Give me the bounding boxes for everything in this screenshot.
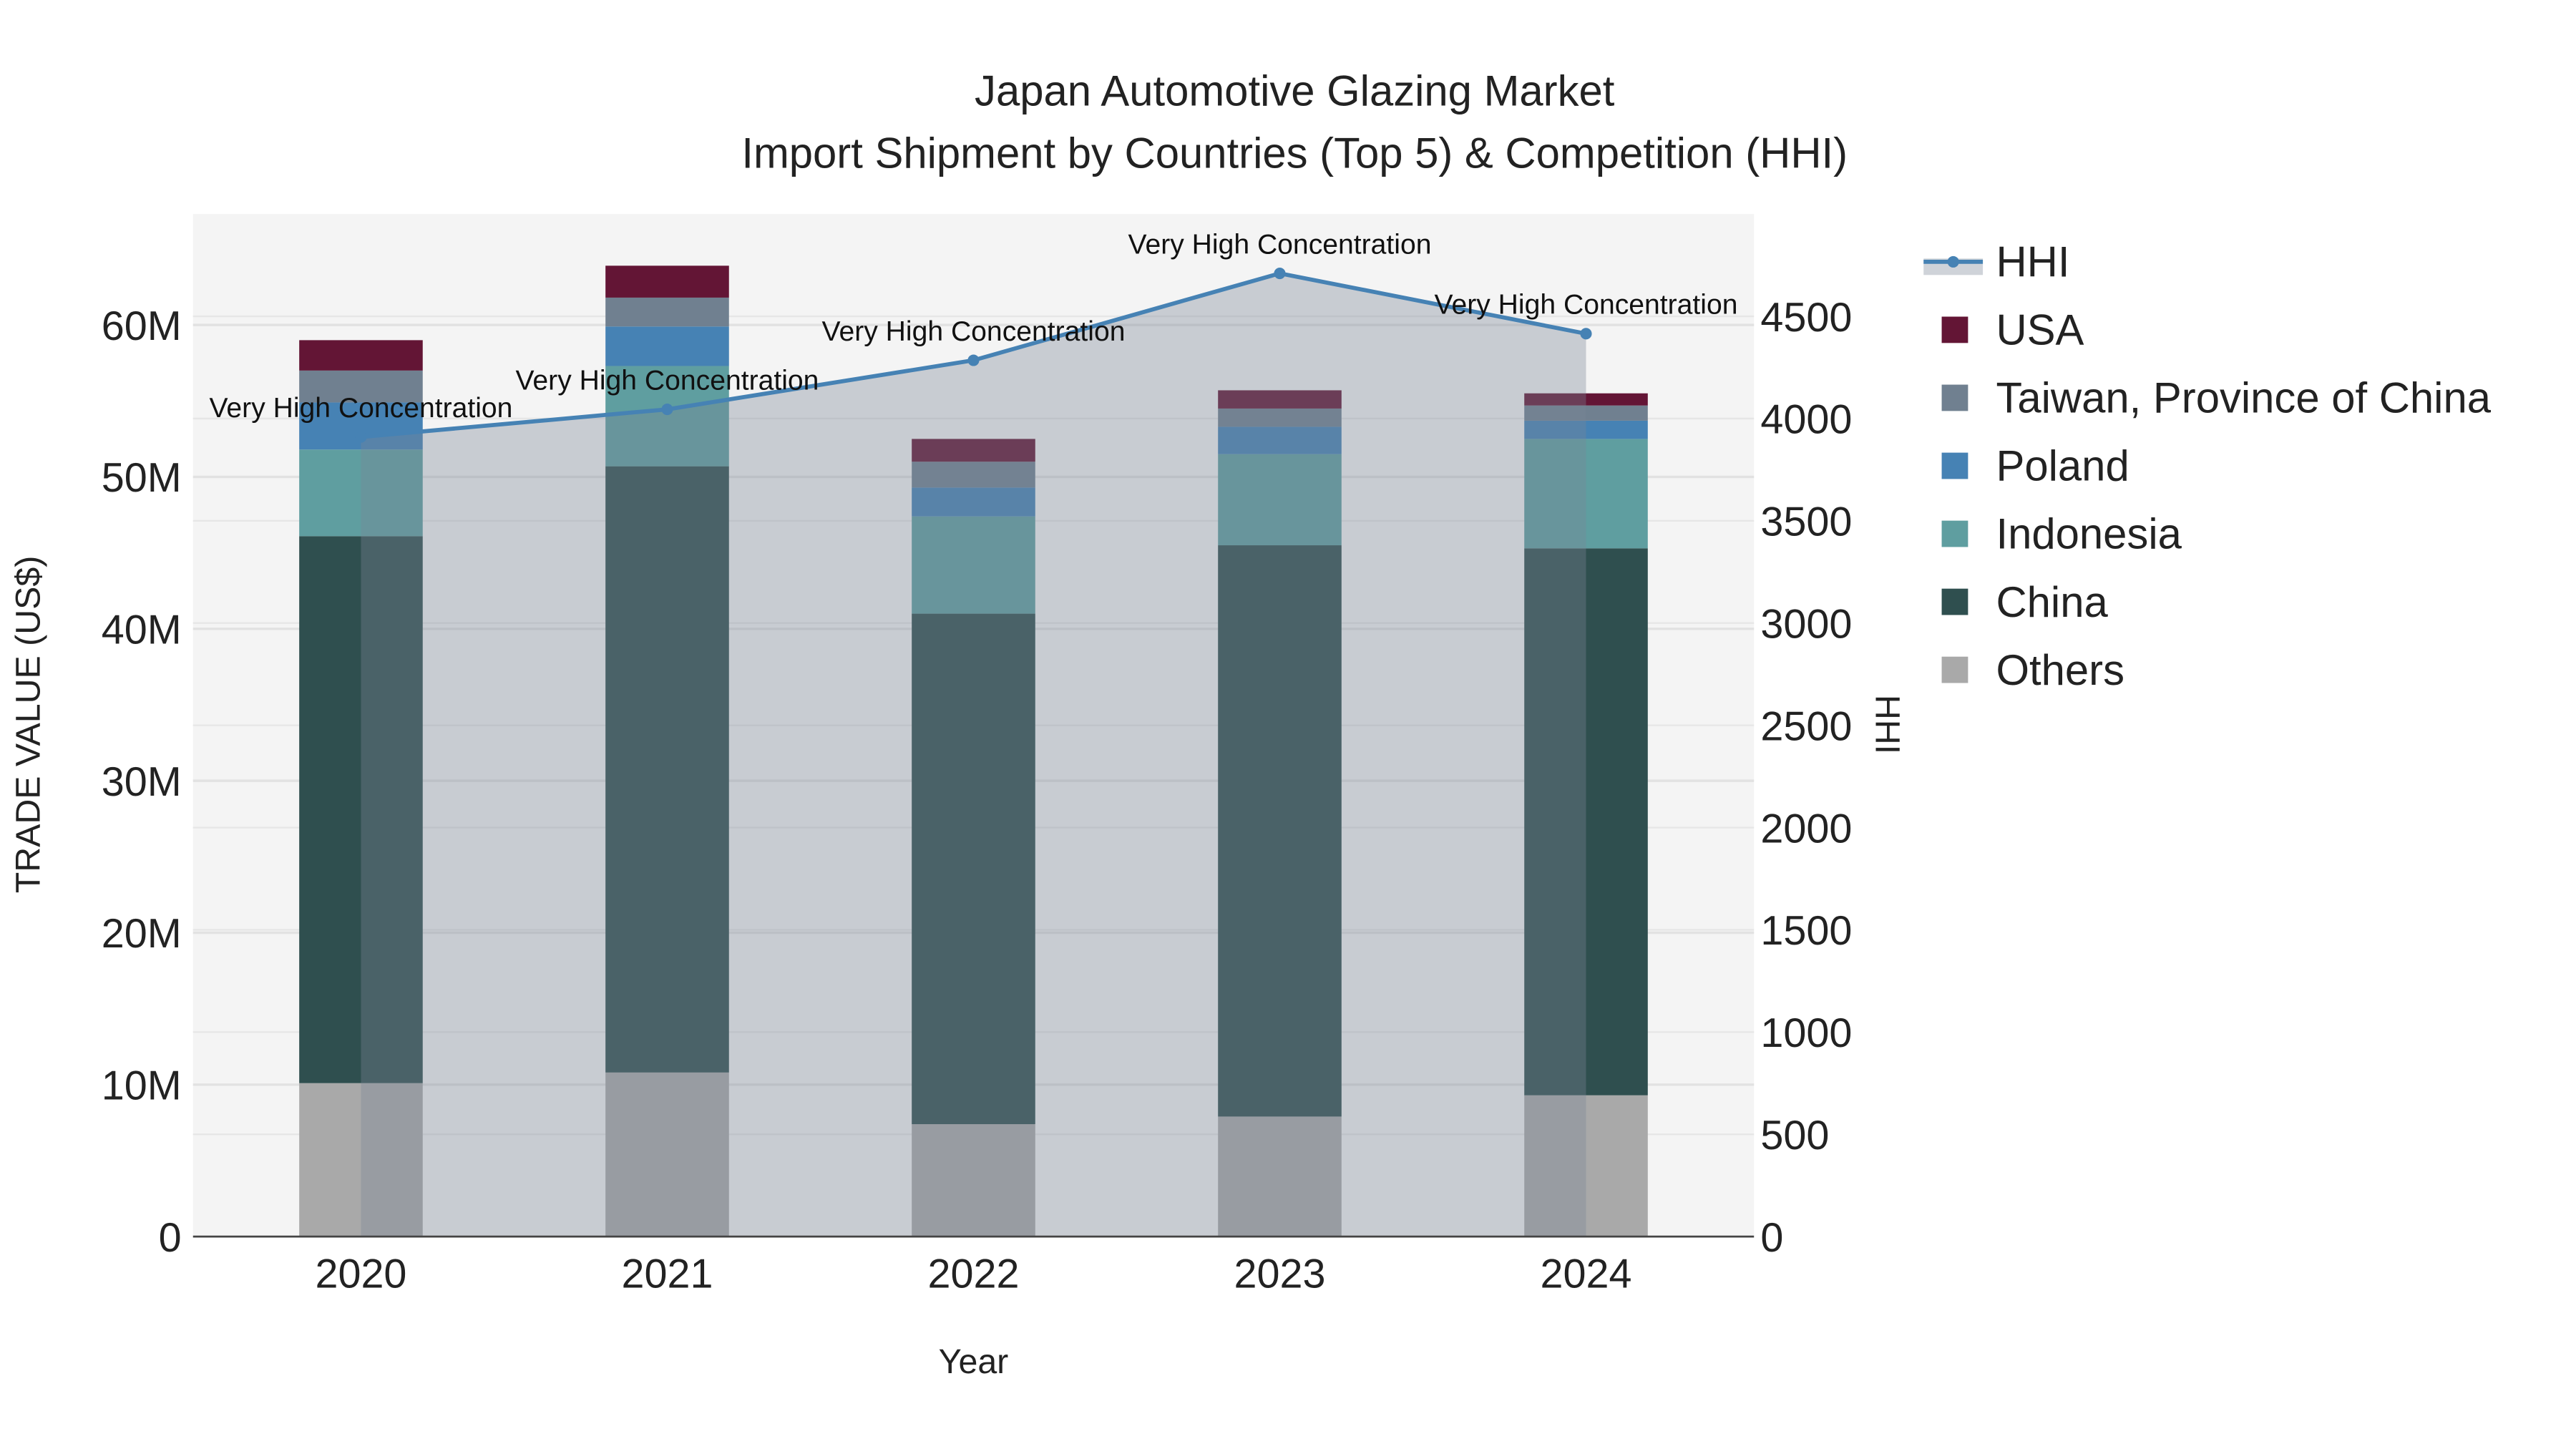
y-tick-label: 0: [159, 1215, 182, 1261]
x-tick-label: 2023: [1234, 1251, 1326, 1297]
hhi-annotation: Very High Concentration: [516, 365, 819, 396]
legend-label: USA: [1996, 306, 2084, 354]
y2-tick-label: 1000: [1760, 1010, 1852, 1056]
hhi-point-2023: [1274, 267, 1286, 280]
legend-marker: [1947, 255, 1959, 268]
bar-poland-2021: [605, 326, 729, 366]
y-tick-label: 10M: [102, 1063, 182, 1109]
legend-item-hhi: HHI: [1923, 238, 2070, 286]
legend-item-indonesia: Indonesia: [1941, 510, 2182, 558]
x-axis-title: Year: [939, 1342, 1009, 1381]
y2-tick-label: 1500: [1760, 908, 1852, 954]
legend-label: Others: [1996, 646, 2124, 694]
hhi-point-2021: [661, 404, 673, 416]
y2-tick-label: 500: [1760, 1113, 1829, 1158]
chart: Very High ConcentrationVery High Concent…: [9, 67, 2492, 1381]
y-axis-ticks: 0 10M 20M 30M 40M 50M 60M: [102, 303, 182, 1261]
x-tick-label: 2024: [1541, 1251, 1632, 1297]
legend-swatch: [1941, 520, 1968, 547]
hhi-annotation: Very High Concentration: [822, 316, 1126, 347]
legend-item-usa: USA: [1941, 306, 2084, 354]
y-axis-title: TRADE VALUE (US$): [9, 556, 48, 894]
legend-label: HHI: [1996, 238, 2069, 286]
hhi-annotation: Very High Concentration: [1128, 229, 1432, 260]
legend-item-china: China: [1941, 578, 2109, 626]
hhi-point-2024: [1580, 328, 1592, 340]
legend-label: China: [1996, 578, 2108, 626]
legend-label: Poland: [1996, 442, 2129, 490]
hhi-point-2020: [355, 431, 367, 443]
y-tick-label: 50M: [102, 455, 182, 501]
legend-item-others: Others: [1941, 646, 2124, 694]
legend-swatch: [1941, 452, 1968, 479]
chart-title: Japan Automotive Glazing Market: [975, 67, 1615, 114]
x-axis-ticks: 2020 2021 2022 2023 2024: [315, 1251, 1631, 1297]
bar-taiwan-province-of-china-2021: [605, 297, 729, 327]
x-tick-label: 2021: [621, 1251, 713, 1297]
y-tick-label: 60M: [102, 303, 182, 349]
legend: HHI USA Taiwan, Province of China Poland Ind…: [1923, 238, 2492, 694]
y2-axis-ticks: 0 500 1000 1500 2000 2500 3000 3500 4000 4500: [1760, 295, 1852, 1261]
legend-item-taiwan-province-of-china: Taiwan, Province of China: [1941, 374, 2492, 422]
legend-label: Indonesia: [1996, 510, 2182, 558]
y2-tick-label: 4000: [1760, 397, 1852, 443]
y2-tick-label: 2000: [1760, 806, 1852, 852]
legend-swatch: [1941, 384, 1968, 411]
hhi-point-2022: [967, 354, 980, 366]
x-tick-label: 2020: [315, 1251, 406, 1297]
chart-subtitle: Import Shipment by Countries (Top 5) & C…: [741, 130, 1848, 177]
legend-label: Taiwan, Province of China: [1996, 374, 2491, 422]
y-tick-label: 20M: [102, 911, 182, 957]
bar-usa-2020: [299, 340, 423, 371]
legend-swatch: [1941, 656, 1968, 683]
bar-usa-2021: [605, 265, 729, 298]
x-tick-label: 2022: [928, 1251, 1020, 1297]
hhi-annotation: Very High Concentration: [209, 393, 512, 424]
legend-swatch: [1941, 316, 1968, 343]
legend-swatch: [1941, 588, 1968, 615]
y2-tick-label: 4500: [1760, 295, 1852, 341]
y2-tick-label: 3000: [1760, 601, 1852, 647]
y2-axis-title: HHI: [1868, 695, 1907, 754]
y-tick-label: 40M: [102, 608, 182, 653]
y-tick-label: 30M: [102, 759, 182, 805]
y2-tick-label: 2500: [1760, 703, 1852, 749]
y2-tick-label: 0: [1760, 1215, 1783, 1261]
hhi-annotation: Very High Concentration: [1435, 290, 1738, 321]
legend-item-poland: Poland: [1941, 442, 2129, 490]
y2-tick-label: 3500: [1760, 499, 1852, 545]
